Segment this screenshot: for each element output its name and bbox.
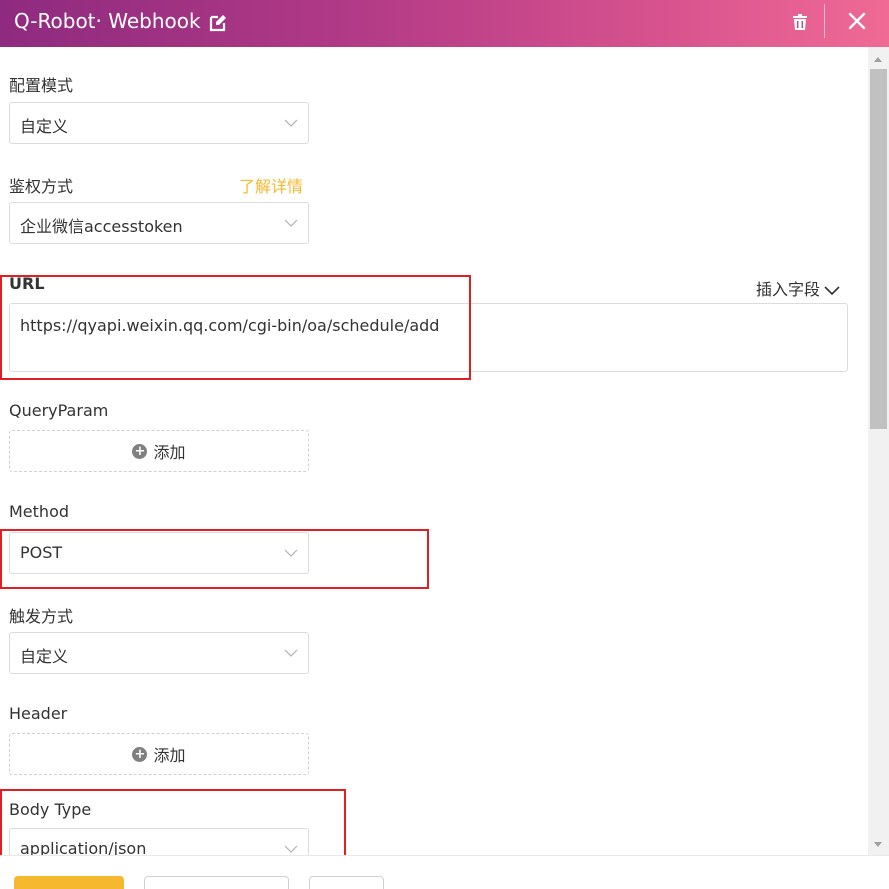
- plus-circle-icon: +: [132, 443, 148, 459]
- primary-button[interactable]: [14, 876, 124, 889]
- chevron-down-icon: [824, 286, 840, 296]
- chevron-down-icon: [284, 549, 298, 557]
- method-select[interactable]: POST: [9, 532, 309, 574]
- query-param-label: QueryParam: [9, 401, 109, 420]
- method-label: Method: [9, 502, 70, 521]
- config-mode-value: 自定义: [20, 117, 69, 136]
- config-mode-label: 配置模式: [9, 76, 74, 95]
- body-type-value: application/json: [20, 839, 147, 855]
- close-icon[interactable]: [846, 10, 868, 32]
- config-mode-select[interactable]: 自定义: [9, 102, 309, 144]
- chevron-down-icon: [284, 119, 298, 127]
- trigger-value: 自定义: [20, 647, 69, 666]
- trigger-label: 触发方式: [9, 607, 74, 626]
- form-body: 配置模式 自定义 鉴权方式 了解详情 企业微信accesstoken URL 插…: [0, 47, 868, 855]
- vertical-scrollbar[interactable]: [868, 47, 889, 855]
- auth-method-select[interactable]: 企业微信accesstoken: [9, 202, 309, 244]
- auth-method-label: 鉴权方式: [9, 177, 74, 196]
- body-type-label: Body Type: [9, 800, 92, 819]
- chevron-down-icon: [284, 219, 298, 227]
- learn-more-link[interactable]: 了解详情: [239, 173, 303, 197]
- url-label: URL: [9, 274, 45, 293]
- trash-icon[interactable]: [790, 12, 810, 32]
- add-query-param-label: 添加: [153, 443, 186, 462]
- scroll-down-icon[interactable]: [874, 842, 882, 847]
- panel-title: Q-Robot· Webhook: [14, 9, 201, 33]
- add-header-label: 添加: [153, 746, 186, 765]
- add-query-param-button[interactable]: + 添加: [9, 430, 309, 472]
- header-label: Header: [9, 704, 68, 723]
- body-type-select[interactable]: application/json: [9, 828, 309, 855]
- panel-footer: [0, 855, 889, 889]
- insert-field-dropdown[interactable]: 插入字段: [756, 276, 840, 300]
- trigger-select[interactable]: 自定义: [9, 632, 309, 674]
- insert-field-label: 插入字段: [756, 280, 821, 299]
- tertiary-button[interactable]: [309, 876, 384, 889]
- edit-icon[interactable]: [208, 13, 228, 33]
- chevron-down-icon: [284, 649, 298, 657]
- secondary-button[interactable]: [144, 876, 289, 889]
- url-input[interactable]: https://qyapi.weixin.qq.com/cgi-bin/oa/s…: [9, 303, 848, 372]
- plus-circle-icon: +: [132, 746, 148, 762]
- header-divider: [824, 4, 825, 38]
- scroll-thumb[interactable]: [870, 69, 887, 429]
- auth-method-value: 企业微信accesstoken: [20, 217, 183, 236]
- scroll-up-icon[interactable]: [874, 57, 882, 62]
- url-value: https://qyapi.weixin.qq.com/cgi-bin/oa/s…: [20, 316, 440, 335]
- add-header-button[interactable]: + 添加: [9, 733, 309, 775]
- panel-header: Q-Robot· Webhook: [0, 0, 889, 47]
- method-value: POST: [20, 543, 63, 562]
- chevron-down-icon: [284, 845, 298, 853]
